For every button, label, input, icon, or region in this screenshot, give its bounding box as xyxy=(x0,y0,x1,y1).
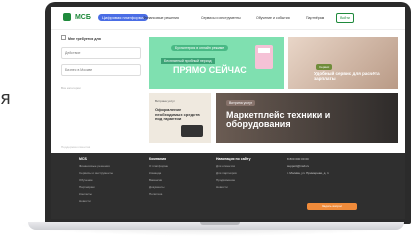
banner-tag: Бухгалтерия в онлайн режиме xyxy=(171,45,229,51)
footer-link[interactable]: Финансовые решения xyxy=(79,164,113,168)
banner-text: Оформление необходимых средств под гаран… xyxy=(155,107,200,121)
banner-text: Удобный сервис для расчёта зарплаты xyxy=(314,71,380,81)
banner-headline: ПРЯМО СЕЙЧАС xyxy=(173,65,247,75)
footer-link[interactable]: Продвижение xyxy=(216,178,251,182)
footer-email[interactable]: support@msb.ru xyxy=(287,164,329,168)
banner-accounting[interactable]: Бухгалтерия в онлайн режиме Бесплатный п… xyxy=(149,37,284,89)
background xyxy=(0,0,48,243)
footer-heading: МСБ xyxy=(79,157,87,161)
footer-column-msb: МСБ Финансовые решения Сервисы и инструм… xyxy=(79,157,113,206)
banner-marketplace[interactable]: Витрина услуг Маркетплейс техники и обор… xyxy=(216,93,398,143)
site-header: МСБ Цифровая платформа Финансовые решени… xyxy=(51,7,405,30)
logo-text: МСБ xyxy=(74,13,91,21)
stray-text-fragment: я xyxy=(0,88,11,109)
ask-question-button[interactable]: Задать вопрос xyxy=(307,203,357,210)
footer-link[interactable]: Новости xyxy=(79,199,113,203)
nav-item-learning[interactable]: Обучение и события xyxy=(256,16,290,20)
footer-contacts: 8 800 000 00 00 support@msb.ru г. Москва… xyxy=(287,157,329,178)
sidebar-title-text: Мне требуется для xyxy=(68,37,101,41)
banner-payroll[interactable]: Сервис Удобный сервис для расчёта зарпла… xyxy=(288,37,398,89)
footer-link[interactable]: Обучение xyxy=(79,178,113,182)
footer-link[interactable]: Для клиентов xyxy=(216,164,251,168)
footer-phone[interactable]: 8 800 000 00 00 xyxy=(287,157,329,161)
laptop-notch xyxy=(200,222,240,225)
footer-link[interactable]: Сервисы и инструменты xyxy=(79,171,113,175)
footer-heading: Компания xyxy=(149,157,167,161)
sidebar-field-action[interactable]: Действие xyxy=(61,47,141,59)
footer-link[interactable]: Новости xyxy=(216,185,251,189)
footer-link[interactable]: Команда xyxy=(149,171,168,175)
banner-guarantee[interactable]: Витрина услуг Оформление необходимых сре… xyxy=(149,93,211,143)
footer-link[interactable]: Вакансии xyxy=(149,178,168,182)
platform-badge[interactable]: Цифровая платформа xyxy=(98,14,148,21)
banner-tag: Сервис xyxy=(316,64,333,70)
sidebar-title: Мне требуется для xyxy=(61,35,141,41)
footer-link[interactable]: Для партнёров xyxy=(216,171,251,175)
login-button[interactable]: Войти xyxy=(336,13,354,23)
nav-item-services[interactable]: Сервисы и инструменты xyxy=(201,16,241,20)
banner-tag: Витрина услуг xyxy=(226,100,256,106)
site-footer: МСБ Финансовые решения Сервисы и инструм… xyxy=(51,153,405,219)
footer-link[interactable]: О платформе xyxy=(149,164,168,168)
footer-column-nav: Навигация по сайту Для клиентов Для парт… xyxy=(216,157,251,192)
nav-item-partners[interactable]: Партнёрам xyxy=(306,16,324,20)
calculator-icon xyxy=(255,45,273,69)
footer-heading: Навигация по сайту xyxy=(216,157,251,161)
banner-subtitle: Бесплатный пробный период xyxy=(161,58,215,64)
machinery-image xyxy=(181,125,203,137)
footer-link[interactable]: Партнёрам xyxy=(79,185,113,189)
laptop-screen: МСБ Цифровая платформа Финансовые решени… xyxy=(51,7,405,219)
sidebar-field-business[interactable]: Бизнес в Москве xyxy=(61,64,141,76)
footer-link[interactable]: Контакты xyxy=(79,192,113,196)
banner-text: Маркетплейс техники и оборудования xyxy=(226,110,331,129)
footer-column-company: Компания О платформе Команда Вакансии До… xyxy=(149,157,168,199)
banner-tag: Витрина услуг xyxy=(155,99,175,103)
nav-item-finance[interactable]: Финансовые решения xyxy=(143,16,179,20)
sidebar-muted-link[interactable]: Все категории xyxy=(61,86,141,90)
footer-link[interactable]: Документы xyxy=(149,185,168,189)
sidebar-footer-note: Поддержка клиентов xyxy=(61,145,91,149)
logo-icon xyxy=(63,13,71,21)
footer-address: г. Москва, ул. Примерная, д. 1 xyxy=(287,171,329,175)
checkbox-icon[interactable] xyxy=(61,35,66,40)
footer-link[interactable]: Политика xyxy=(149,192,168,196)
sidebar: Мне требуется для Действие Бизнес в Моск… xyxy=(61,35,141,115)
logo[interactable]: МСБ xyxy=(63,13,91,21)
